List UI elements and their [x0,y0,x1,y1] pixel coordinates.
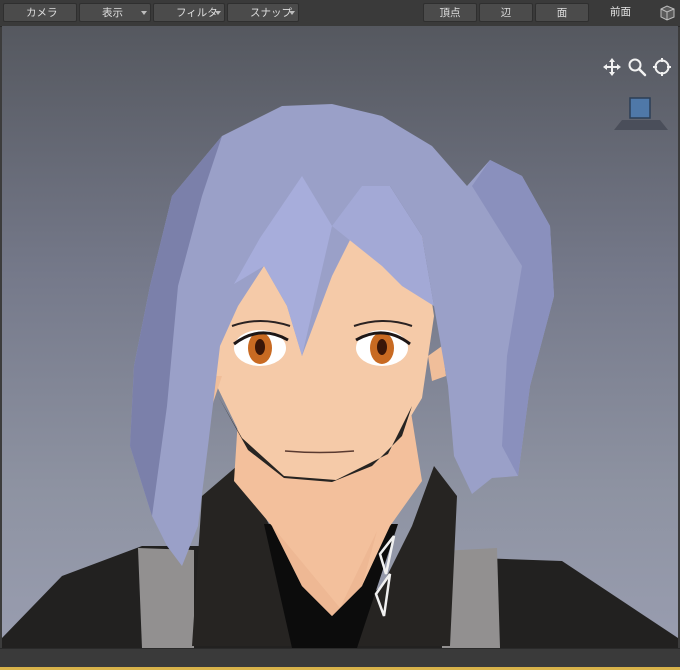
current-view-label: 前面 [610,6,631,18]
viewport-toolbar: カメラ 表示 フィルタ スナップ 頂点 辺 面 前面 [0,0,680,27]
app-window: カメラ 表示 フィルタ スナップ 頂点 辺 面 前面 [0,0,680,670]
orientation-gizmo-icon[interactable] [612,96,670,132]
dropdown-arrow-icon [289,11,295,15]
display-menu-button[interactable]: 表示 [79,3,151,22]
move-icon[interactable] [602,57,622,77]
view-cube-icon[interactable] [657,2,678,23]
snap-menu-label: スナップ [250,7,292,19]
edge-mode-label: 辺 [500,7,512,19]
zoom-icon[interactable] [627,57,647,77]
vertex-mode-label: 頂点 [439,7,461,19]
camera-menu-label: カメラ [26,7,58,19]
character-model-render [2,104,678,648]
face-mode-label: 面 [556,7,568,19]
vertex-mode-button[interactable]: 頂点 [423,3,477,22]
camera-menu-button[interactable]: カメラ [3,3,77,22]
status-bar [0,648,680,670]
edge-mode-button[interactable]: 辺 [479,3,533,22]
display-menu-label: 表示 [102,7,123,19]
dropdown-arrow-icon [141,11,147,15]
face-mode-button[interactable]: 面 [535,3,589,22]
filter-menu-button[interactable]: フィルタ [153,3,225,22]
filter-menu-label: フィルタ [176,7,218,19]
3d-viewport[interactable] [2,26,678,648]
snap-menu-button[interactable]: スナップ [227,3,299,22]
orbit-icon[interactable] [652,57,672,77]
dropdown-arrow-icon [215,11,221,15]
